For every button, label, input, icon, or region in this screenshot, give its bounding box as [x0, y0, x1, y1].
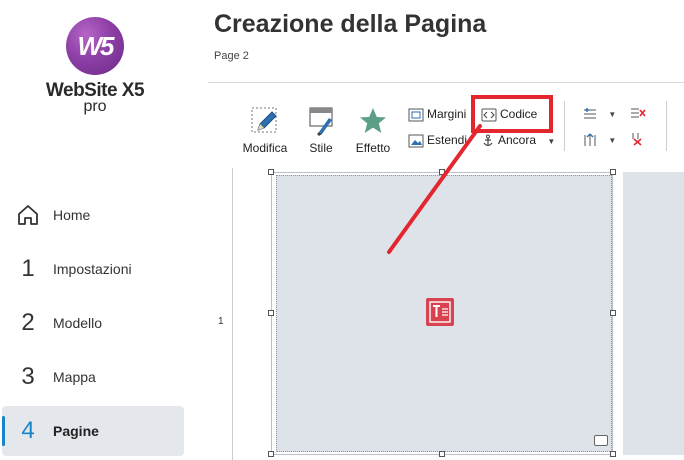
arrow-annotation: [387, 124, 482, 254]
app-window: W5 WebSite X5 pro Home 1 Impostazioni 2 …: [0, 0, 684, 460]
